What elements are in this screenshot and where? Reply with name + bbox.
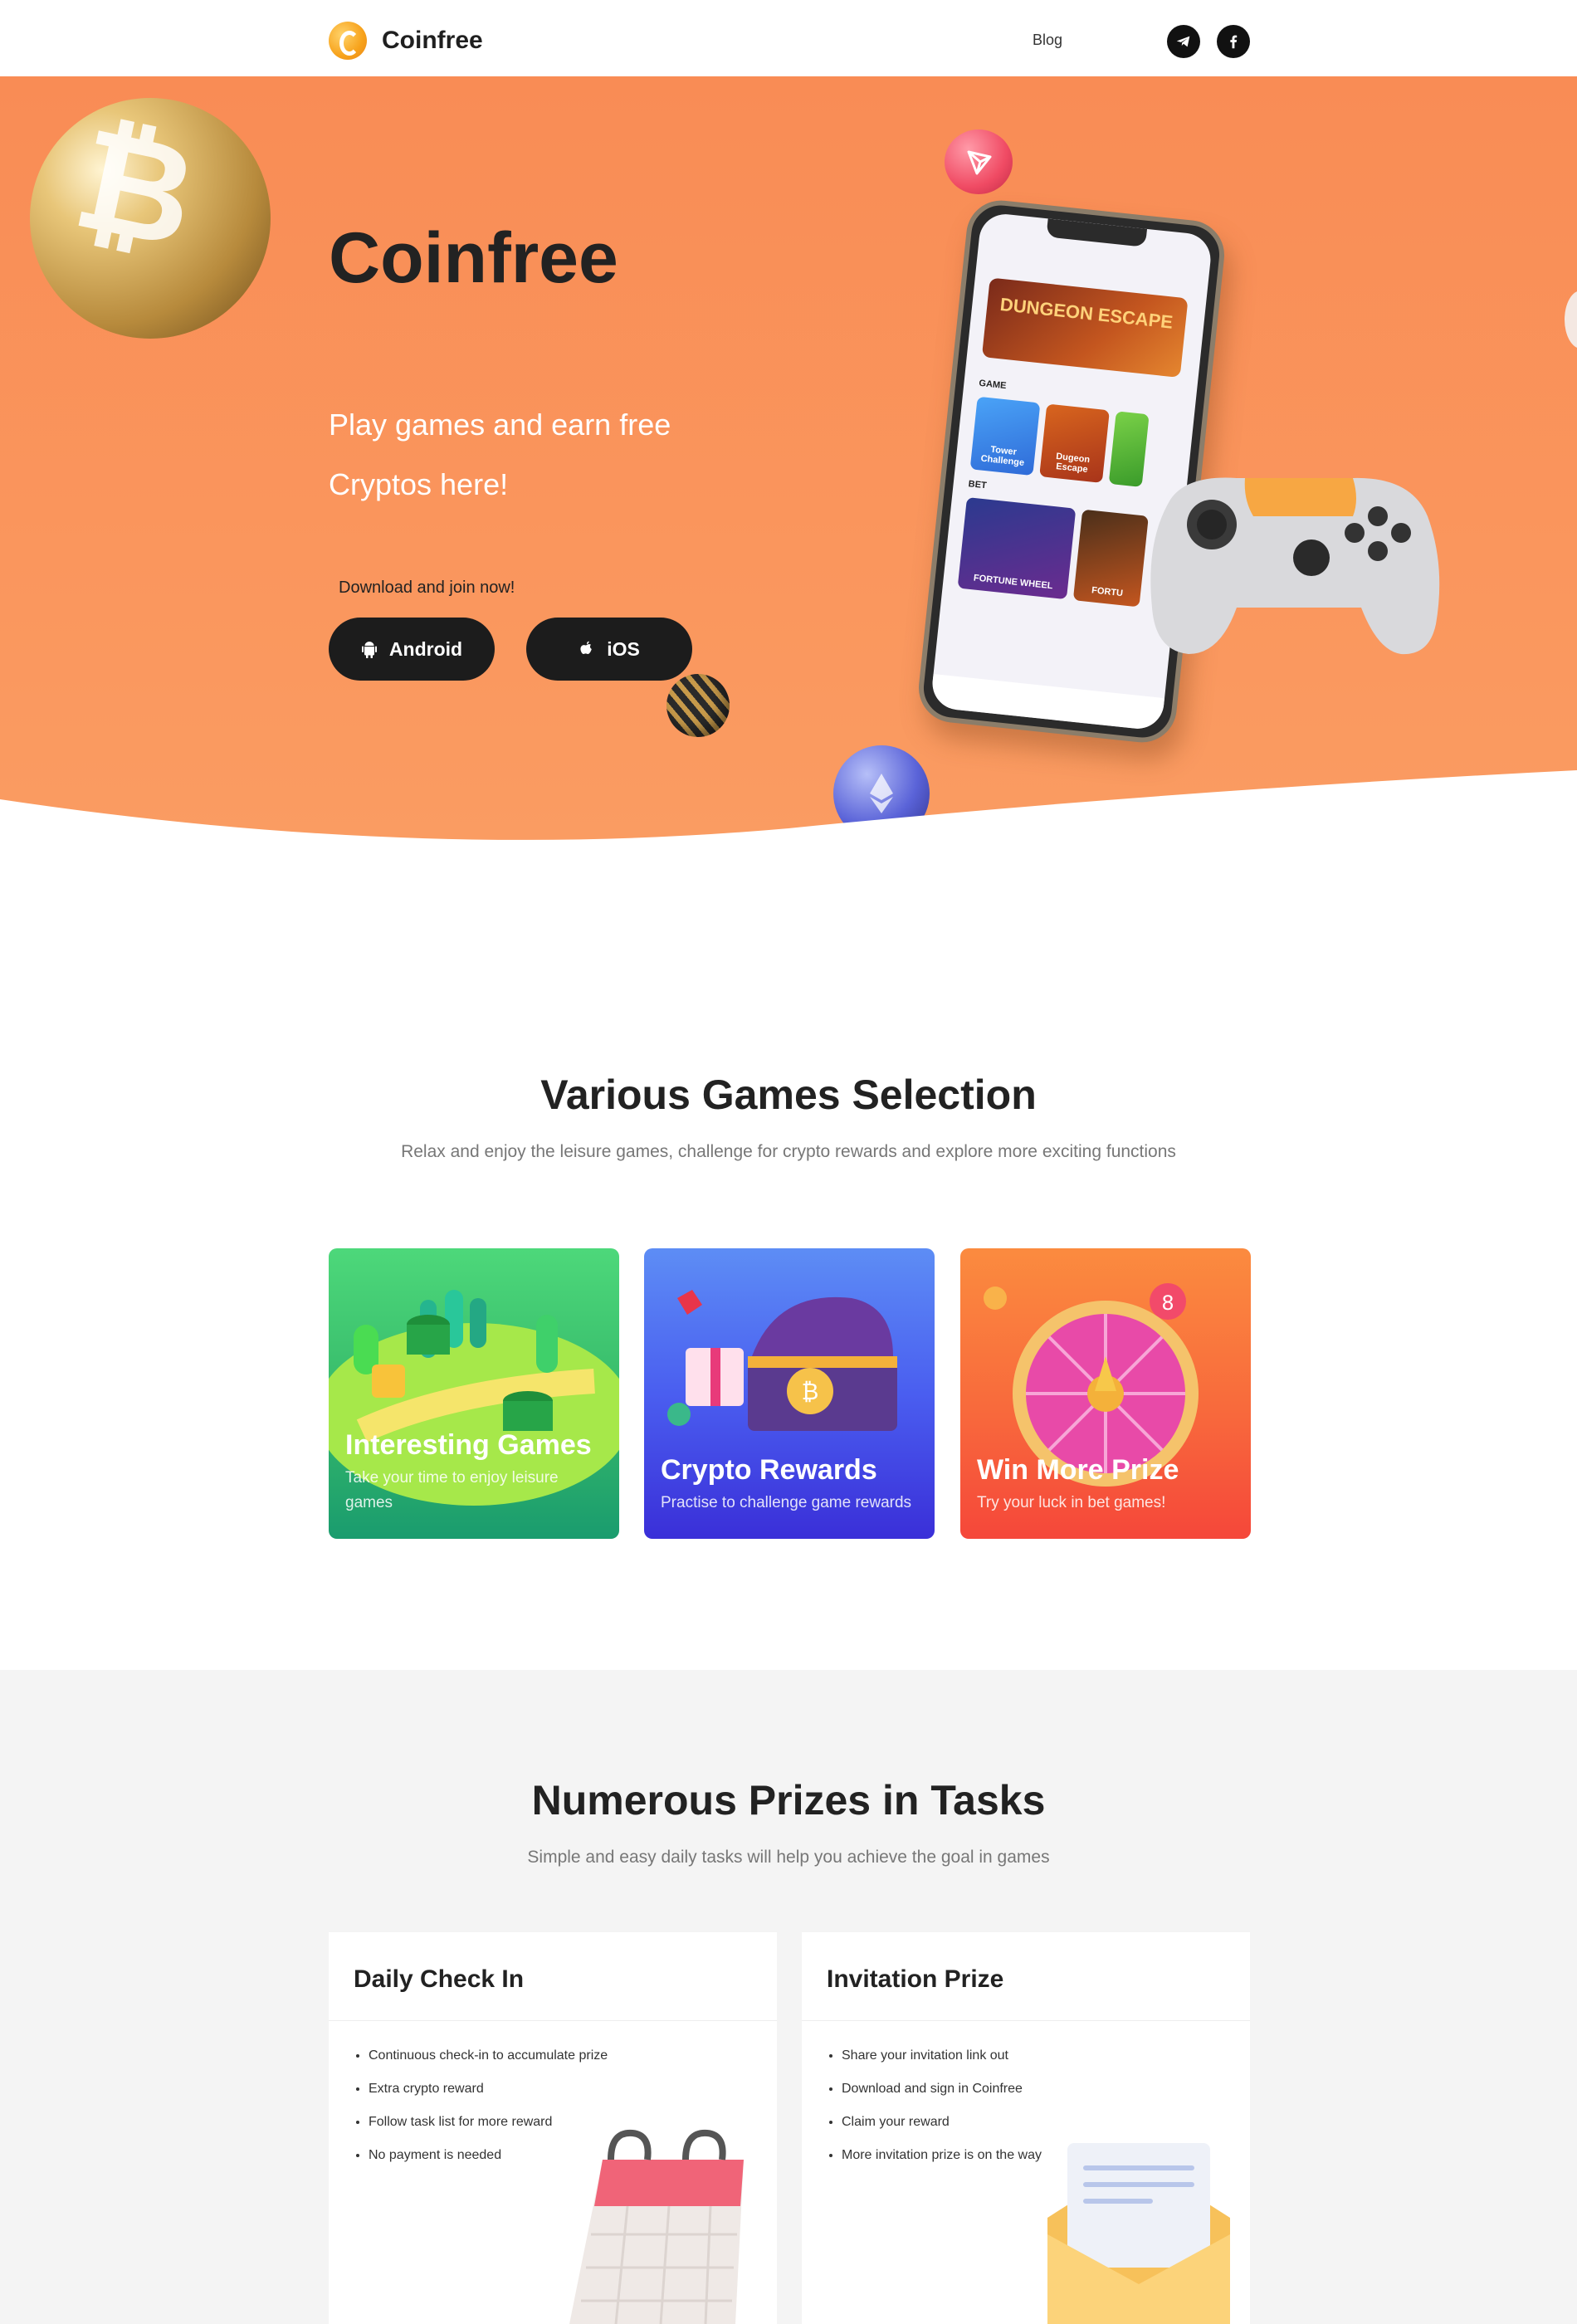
task-card-title: Daily Check In <box>354 1965 525 1993</box>
bitcoin-ball-illustration: ₿ <box>30 96 271 339</box>
card-description: Try your luck in bet games! <box>977 1494 1166 1511</box>
phone-section-game: GAME <box>978 378 1007 392</box>
phone-tile-tower: Tower Challenge <box>969 396 1041 476</box>
decorative-ball <box>1565 290 1577 349</box>
svg-text:8: 8 <box>1161 1291 1174 1315</box>
brand-logo[interactable]: Coinfree <box>329 22 483 60</box>
task-item: Download and sign in Coinfree <box>842 2080 1042 2113</box>
hero-subtitle: Play games and earn free Cryptos here! <box>329 408 671 501</box>
games-section-subtitle: Relax and enjoy the leisure games, chall… <box>401 1142 1176 1161</box>
nav-blog-link[interactable]: Blog <box>1033 32 1062 49</box>
game-card-prize[interactable]: 8 Win More Prize Try your luck in bet ga… <box>960 1248 1251 1539</box>
ios-download-button[interactable]: iOS <box>526 618 692 681</box>
task-card-header: Invitation Prize <box>802 1932 1250 2021</box>
tasks-section-title: Numerous Prizes in Tasks <box>531 1777 1046 1824</box>
android-icon <box>361 642 377 658</box>
envelope-illustration <box>1047 2143 1230 2324</box>
android-download-button[interactable]: Android <box>329 618 495 681</box>
card-description: Take your time to enjoy leisure games <box>345 1469 559 1511</box>
phone-section-bet: BET <box>968 479 988 491</box>
game-card-interesting[interactable]: Interesting Games Take your time to enjo… <box>329 1248 619 1539</box>
task-list: Share your invitation link out Download … <box>827 2047 1042 2180</box>
facebook-icon[interactable] <box>1217 25 1250 58</box>
task-card-header: Daily Check In <box>329 1932 777 2021</box>
task-item: More invitation prize is on the way <box>842 2146 1042 2180</box>
hero-wave-divider <box>0 770 1577 870</box>
apple-icon <box>580 641 592 654</box>
games-section-title: Various Games Selection <box>540 1072 1037 1118</box>
task-item: Extra crypto reward <box>369 2080 608 2113</box>
coinfree-logo-icon <box>329 22 367 60</box>
game-card-crypto[interactable]: ₿ Crypto Rewards Practise to challenge g… <box>644 1248 935 1539</box>
brand-name: Coinfree <box>382 27 483 54</box>
card-title: Win More Prize <box>977 1454 1179 1486</box>
tron-coin-illustration <box>945 129 1013 194</box>
task-card-daily-checkin: Daily Check In Continuous check-in to ac… <box>329 1932 777 2324</box>
card-description: Practise to challenge game rewards <box>661 1494 912 1511</box>
svg-text:₿: ₿ <box>802 1378 819 1405</box>
ios-label: iOS <box>607 637 640 660</box>
site-header: Coinfree Blog <box>0 0 1577 77</box>
task-card-invitation: Invitation Prize Share your invitation l… <box>802 1932 1250 2324</box>
telegram-icon[interactable] <box>1167 25 1200 58</box>
calendar-illustration <box>569 2129 744 2324</box>
hero-title: Coinfree <box>329 218 618 298</box>
download-cta-text: Download and join now! <box>339 579 515 597</box>
tasks-section-subtitle: Simple and easy daily tasks will help yo… <box>527 1848 1050 1867</box>
task-item: Claim your reward <box>842 2113 1042 2146</box>
phone-tile-fortune: FORTUNE WHEEL <box>957 497 1077 600</box>
task-item: Continuous check-in to accumulate prize <box>369 2047 608 2080</box>
gamepad-illustration <box>1150 477 1440 655</box>
phone-banner: DUNGEON ESCAPE <box>981 277 1189 378</box>
phone-tile-dungeon: Dugeon Escape <box>1039 403 1110 483</box>
card-title: Crypto Rewards <box>661 1454 877 1486</box>
android-label: Android <box>388 637 463 660</box>
tasks-section <box>0 1670 1577 2324</box>
task-card-title: Invitation Prize <box>827 1965 1004 1993</box>
card-title: Interesting Games <box>345 1429 592 1461</box>
task-item: Share your invitation link out <box>842 2047 1042 2080</box>
